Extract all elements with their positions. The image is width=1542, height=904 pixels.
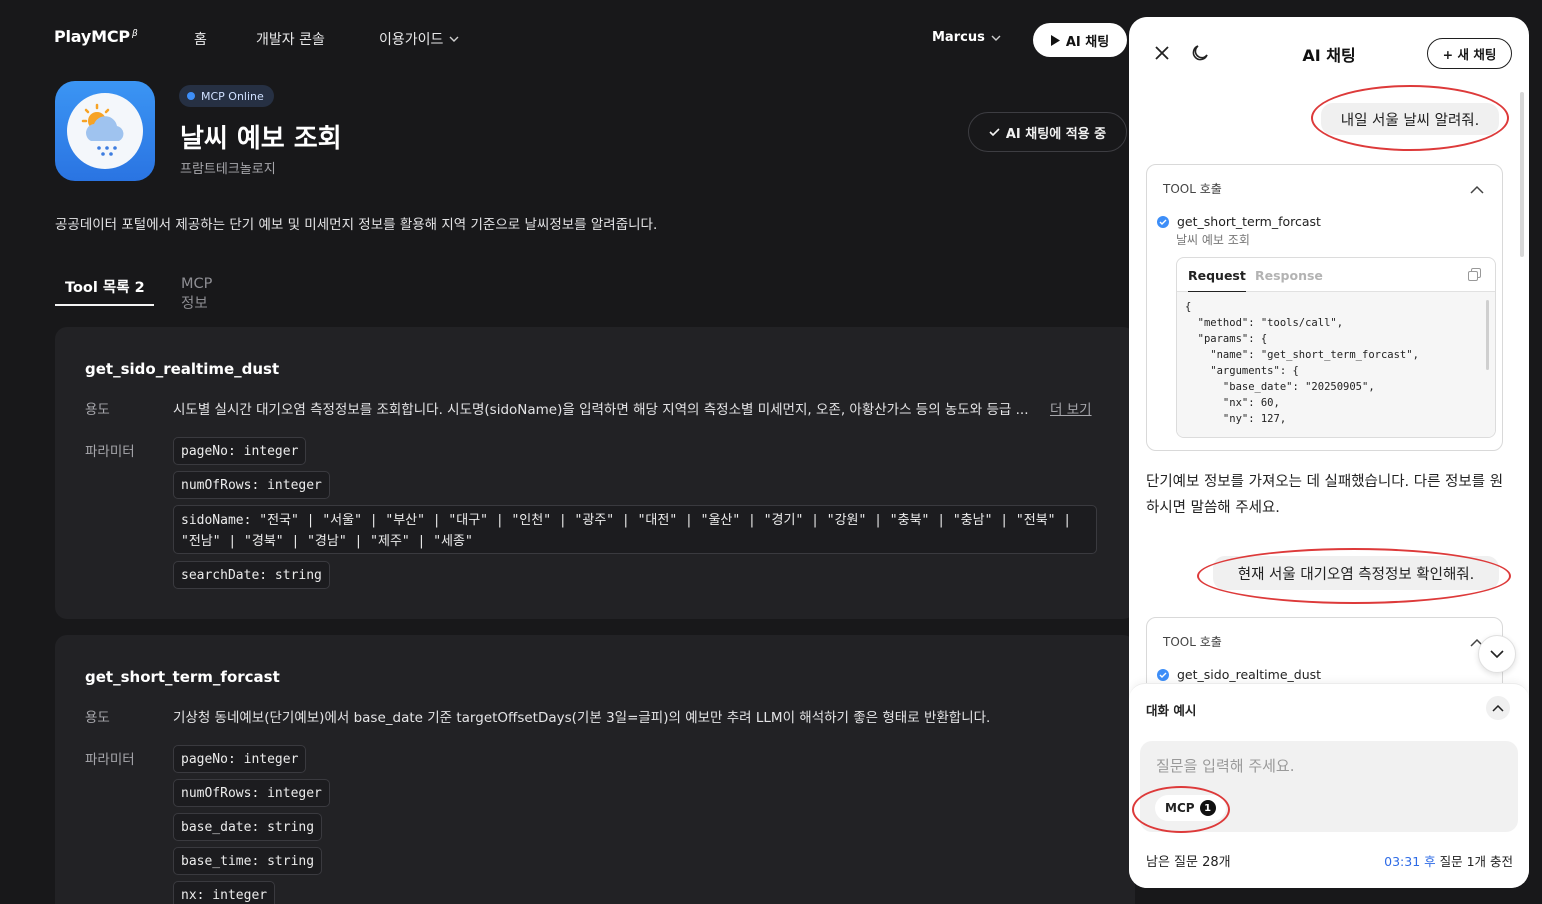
nav-developer-console[interactable]: 개발자 콘솔 bbox=[256, 29, 325, 49]
scroll-down-button[interactable] bbox=[1478, 635, 1516, 673]
param-chip: nx: integer bbox=[173, 881, 276, 904]
tool-call-row: get_sido_realtime_dust bbox=[1157, 667, 1321, 682]
chevron-down-icon bbox=[449, 36, 459, 42]
tool-call-name: get_sido_realtime_dust bbox=[1177, 667, 1322, 682]
status-badge: MCP Online bbox=[179, 85, 274, 107]
tab-tool-list[interactable]: Tool 목록 2 bbox=[55, 268, 154, 306]
tool-name: get_sido_realtime_dust bbox=[85, 360, 280, 378]
highlight-circle bbox=[1132, 786, 1230, 833]
tool-call-title: TOOL 호출 bbox=[1163, 182, 1222, 196]
code-line: "name": "get_short_term_forcast", bbox=[1185, 349, 1419, 361]
code-tabs: Request Response bbox=[1177, 258, 1495, 293]
user-menu[interactable]: Marcus bbox=[932, 30, 1001, 45]
tool-card: get_short_term_forcast 용도 기상청 동네예보(단기예보)… bbox=[55, 635, 1135, 904]
status-badge-label: MCP Online bbox=[201, 89, 264, 103]
check-circle-icon bbox=[1157, 215, 1169, 228]
play-icon bbox=[1050, 34, 1060, 46]
chevron-up-icon[interactable] bbox=[1470, 179, 1484, 198]
tool-usage: 기상청 동네예보(단기예보)에서 base_date 기준 targetOffs… bbox=[173, 710, 991, 726]
usage-label: 용도 bbox=[85, 402, 110, 418]
online-dot-icon bbox=[187, 92, 195, 100]
beta-mark: β bbox=[131, 28, 138, 39]
chat-scrollbar[interactable] bbox=[1520, 92, 1524, 257]
ai-chat-panel: AI 채팅 + 새 채팅 내일 서울 날씨 알려줘. TOOL 호출 get_s… bbox=[1129, 17, 1529, 888]
ai-chat-button-label: AI 채팅 bbox=[1065, 34, 1110, 50]
applied-button-label: AI 채팅에 적용 중 bbox=[1005, 126, 1107, 142]
copy-icon[interactable] bbox=[1468, 268, 1481, 284]
code-line: { bbox=[1185, 301, 1192, 313]
chevron-down-icon bbox=[991, 35, 1001, 41]
param-chip: searchDate: string bbox=[173, 561, 330, 589]
param-line: "전남" | "경북" | "경남" | "제주" | "세종" bbox=[181, 534, 473, 549]
params-label: 파라미터 bbox=[85, 752, 135, 768]
code-line: "arguments": { bbox=[1185, 365, 1299, 377]
company-name: 프람트테크놀로지 bbox=[180, 162, 276, 177]
highlight-circle bbox=[1197, 548, 1511, 604]
applied-to-ai-chat-button[interactable]: AI 채팅에 적용 중 bbox=[968, 112, 1127, 152]
param-chip: base_date: string bbox=[173, 813, 323, 841]
remaining-questions: 남은 질문 28개 bbox=[1146, 855, 1231, 870]
chat-composer: 대화 예시 MCP 1 남은 질문 28개 03:31 후 질문 1개 충전 bbox=[1129, 683, 1529, 888]
tool-name: get_short_term_forcast bbox=[85, 668, 280, 686]
check-circle-icon bbox=[1157, 668, 1169, 681]
tool-usage: 시도별 실시간 대기오염 측정정보를 조회합니다. 시도명(sidoName)을… bbox=[173, 402, 1029, 418]
code-line: "ny": 127, bbox=[1185, 413, 1287, 425]
nav-guide-label: 이용가이드 bbox=[379, 32, 444, 48]
param-chip-sidoname: sidoName: "전국" | "서울" | "부산" | "대구" | "인… bbox=[173, 505, 1097, 554]
tool-call-title: TOOL 호출 bbox=[1163, 635, 1222, 649]
param-chip: base_time: string bbox=[173, 847, 323, 875]
code-viewer: Request Response { "method": "tools/call… bbox=[1176, 257, 1496, 438]
user-name: Marcus bbox=[932, 30, 985, 45]
ai-chat-button[interactable]: AI 채팅 bbox=[1033, 23, 1127, 57]
chevron-down-icon bbox=[1490, 649, 1504, 658]
nav-home[interactable]: 홈 bbox=[194, 29, 207, 49]
param-chip: numOfRows: integer bbox=[173, 779, 330, 807]
tool-call-name: get_short_term_forcast bbox=[1177, 214, 1321, 229]
tool-call-mcp: 날씨 예보 조회 bbox=[1176, 233, 1250, 247]
tool-call-card: TOOL 호출 get_short_term_forcast 날씨 예보 조회 … bbox=[1146, 164, 1503, 451]
page-title: 날씨 예보 조회 bbox=[180, 124, 342, 154]
param-chip: pageNo: integer bbox=[173, 745, 307, 773]
tab-mcp-info[interactable]: MCP 정보 bbox=[181, 268, 212, 312]
recharge-text: 질문 1개 충전 bbox=[1435, 854, 1513, 869]
mcp-description: 공공데이터 포털에서 제공하는 단기 예보 및 미세먼지 정보를 활용해 지역 … bbox=[55, 217, 658, 233]
assistant-message: 단기예보 정보를 가져오는 데 실패했습니다. 다른 정보를 원하시면 말씀해 … bbox=[1146, 474, 1504, 516]
weather-icon bbox=[67, 93, 143, 169]
params-label: 파라미터 bbox=[85, 444, 135, 460]
check-icon bbox=[989, 128, 1000, 136]
code-scrollbar[interactable] bbox=[1486, 300, 1489, 370]
nav-guide[interactable]: 이용가이드 bbox=[379, 29, 459, 49]
logo-text: PlayMCP bbox=[54, 27, 130, 46]
code-line: "method": "tools/call", bbox=[1185, 317, 1344, 329]
param-line: sidoName: "전국" | "서울" | "부산" | "대구" | "인… bbox=[181, 513, 1072, 528]
recharge-info: 03:31 후 질문 1개 충전 bbox=[1384, 851, 1513, 870]
chevron-up-icon[interactable] bbox=[1486, 696, 1510, 720]
highlight-circle bbox=[1311, 85, 1509, 151]
code-body: { "method": "tools/call", "params": { "n… bbox=[1177, 292, 1495, 437]
examples-label[interactable]: 대화 예시 bbox=[1146, 700, 1196, 719]
tool-call-row: get_short_term_forcast bbox=[1157, 214, 1321, 229]
usage-label: 용도 bbox=[85, 710, 110, 726]
param-chip: numOfRows: integer bbox=[173, 471, 330, 499]
tab-request[interactable]: Request bbox=[1188, 268, 1246, 293]
logo[interactable]: PlayMCP β bbox=[54, 27, 138, 46]
new-chat-button[interactable]: + 새 채팅 bbox=[1427, 38, 1512, 69]
recharge-time: 03:31 후 bbox=[1384, 854, 1436, 869]
tool-card: get_sido_realtime_dust 용도 시도별 실시간 대기오염 측… bbox=[55, 327, 1135, 619]
code-line: "nx": 60, bbox=[1185, 397, 1280, 409]
tab-response[interactable]: Response bbox=[1255, 268, 1323, 283]
more-link[interactable]: 더 보기 bbox=[1050, 398, 1092, 418]
question-input[interactable] bbox=[1156, 753, 1496, 779]
code-line: "params": { bbox=[1185, 333, 1268, 345]
code-line: "base_date": "20250905", bbox=[1185, 381, 1375, 393]
param-chip: pageNo: integer bbox=[173, 437, 307, 465]
app-icon bbox=[55, 81, 155, 181]
